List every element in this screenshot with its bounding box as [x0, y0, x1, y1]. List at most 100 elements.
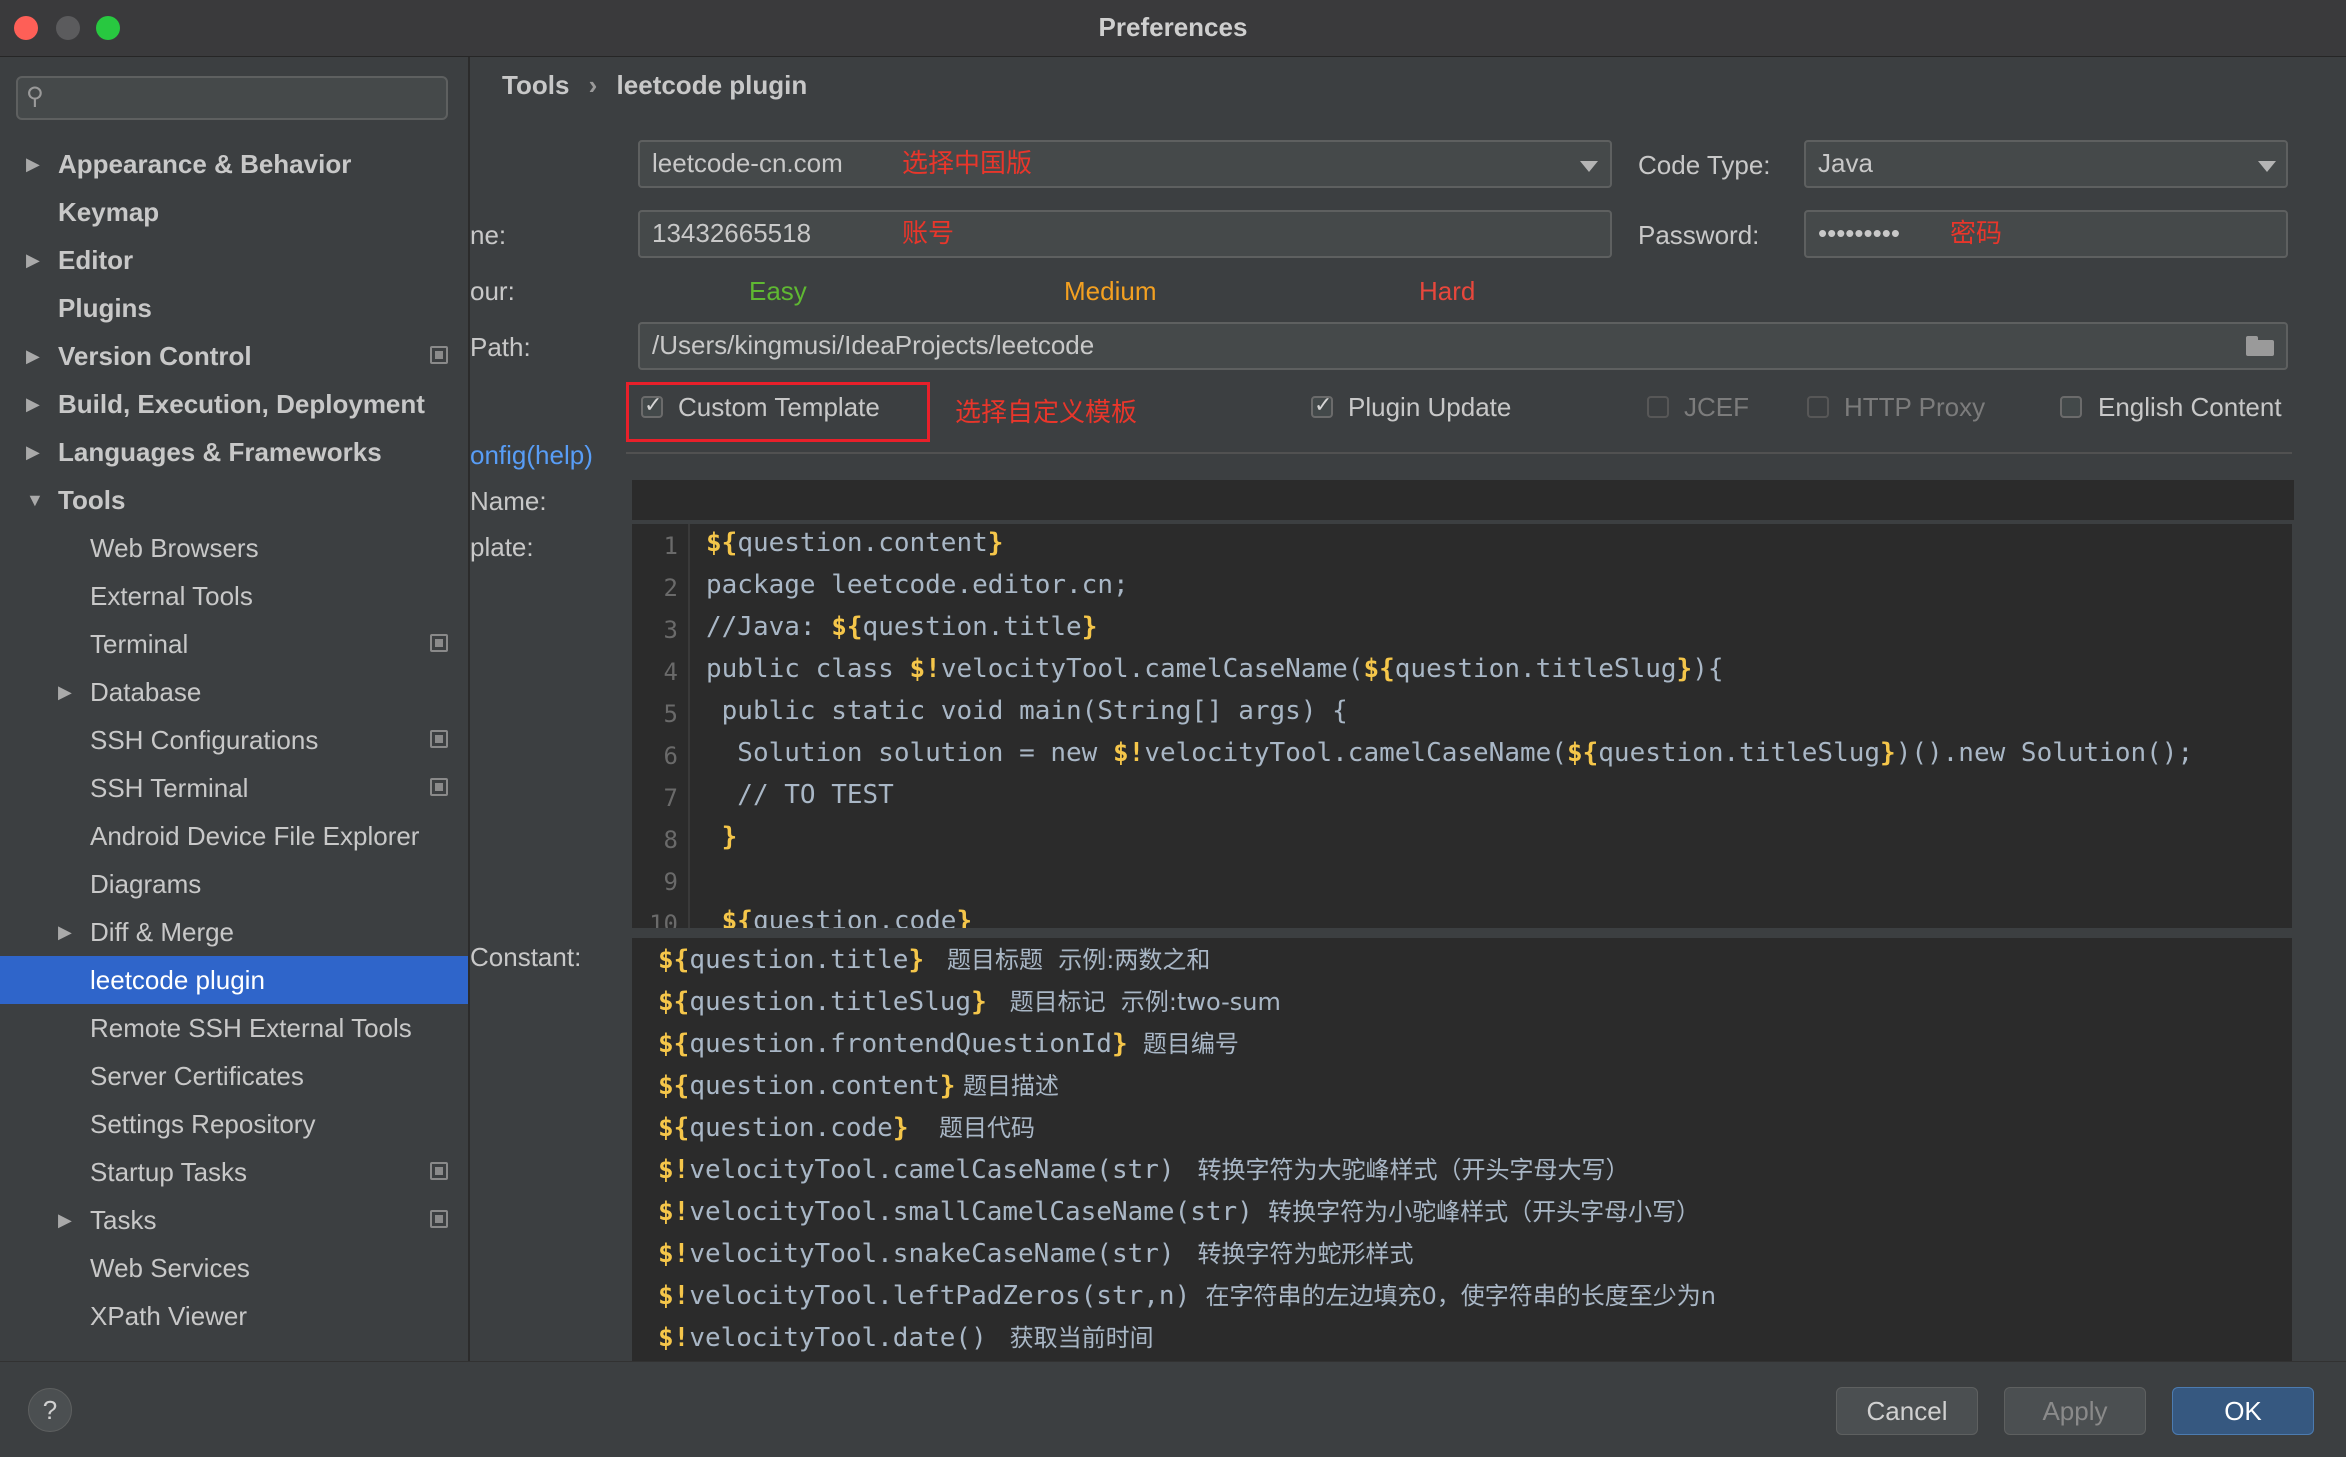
apply-button[interactable]: Apply	[2004, 1387, 2146, 1435]
ok-button[interactable]: OK	[2172, 1387, 2314, 1435]
sidebar-item-appearance[interactable]: ▶ Appearance & Behavior	[0, 140, 468, 188]
expand-arrow-icon[interactable]: ▶	[58, 1196, 72, 1244]
expand-arrow-icon[interactable]: ▶	[26, 380, 40, 428]
project-settings-icon	[430, 1210, 448, 1228]
sidebar-item-ssh-configurations[interactable]: SSH Configurations	[0, 716, 468, 764]
http-proxy-checkbox[interactable]	[1807, 396, 1829, 418]
sidebar-item-label: Appearance & Behavior	[58, 149, 352, 179]
template-code-line: //Java: ${question.title}	[706, 612, 1098, 642]
sidebar-item-label: Server Certificates	[90, 1061, 304, 1091]
sidebar-item-label: Web Services	[90, 1253, 250, 1283]
jcef-label: JCEF	[1684, 392, 1749, 422]
sidebar-item-plugins[interactable]: Plugins	[0, 284, 468, 332]
level-colour-label: our:	[470, 276, 515, 306]
sidebar-item-label: Diagrams	[90, 869, 202, 899]
line-number: 7	[663, 784, 678, 812]
sidebar-item-xpath-viewer[interactable]: XPath Viewer	[0, 1292, 468, 1340]
url-value: leetcode-cn.com	[652, 148, 843, 178]
sidebar-item-leetcode-plugin[interactable]: leetcode plugin	[0, 956, 468, 1004]
sidebar-item-label: leetcode plugin	[90, 965, 265, 995]
template-constant-row: ${question.title} 题目标题 示例:两数之和	[658, 945, 1211, 975]
template-code-line: }	[721, 822, 738, 852]
line-number: 5	[663, 700, 678, 728]
sidebar-item-diagrams[interactable]: Diagrams	[0, 860, 468, 908]
config-help-link[interactable]: onfig(help)	[470, 440, 593, 471]
cancel-button[interactable]: Cancel	[1836, 1387, 1978, 1435]
template-constant-list: ${question.title} 题目标题 示例:两数之和 ${question…	[632, 938, 2292, 1361]
sidebar-item-label: Settings Repository	[90, 1109, 316, 1139]
url-annotation: 选择中国版	[902, 148, 1033, 178]
sidebar-item-label: Languages & Frameworks	[58, 437, 382, 467]
template-code-line: ${question.content}	[706, 528, 1004, 558]
breadcrumb-parent[interactable]: Tools	[502, 70, 569, 100]
plugin-update-label[interactable]: Plugin Update	[1348, 392, 1511, 423]
url-select[interactable]: leetcode-cn.com 选择中国版	[638, 140, 1612, 188]
code-type-select[interactable]: Java	[1804, 140, 2288, 188]
jcef-checkbox[interactable]	[1647, 396, 1669, 418]
password-field[interactable]: ••••••••• 密码	[1804, 210, 2288, 258]
medium-colour-swatch[interactable]: Medium	[1064, 276, 1156, 307]
expand-arrow-icon[interactable]: ▶	[26, 140, 40, 188]
sidebar-item-external-tools[interactable]: External Tools	[0, 572, 468, 620]
sidebar-item-label: Database	[90, 677, 202, 707]
sidebar-item-remote-ssh-tools[interactable]: Remote SSH External Tools	[0, 1004, 468, 1052]
sidebar-item-languages[interactable]: ▶ Languages & Frameworks	[0, 428, 468, 476]
template-constant-row: $!velocityTool.leftPadZeros(str,n) 在字符串的…	[658, 1281, 1716, 1311]
english-content-label[interactable]: English Content	[2098, 392, 2282, 423]
sidebar-item-server-certificates[interactable]: Server Certificates	[0, 1052, 468, 1100]
sidebar-item-label: Version Control	[58, 341, 252, 371]
dialog-button-bar	[0, 1361, 2346, 1457]
template-code-line: public static void main(String[] args) {	[706, 696, 1348, 726]
gutter-divider	[688, 524, 690, 928]
template-code-line: Solution solution = new $!velocityTool.c…	[706, 738, 2194, 768]
expand-arrow-icon[interactable]: ▶	[26, 428, 40, 476]
sidebar-item-diff-merge[interactable]: ▶ Diff & Merge	[0, 908, 468, 956]
folder-icon[interactable]	[2246, 336, 2274, 356]
project-settings-icon	[430, 1162, 448, 1180]
login-name-annotation: 账号	[902, 218, 955, 248]
collapse-arrow-icon[interactable]: ▼	[26, 476, 44, 524]
sidebar-item-editor[interactable]: ▶ Editor	[0, 236, 468, 284]
expand-arrow-icon[interactable]: ▶	[58, 908, 72, 956]
help-button[interactable]: ?	[28, 1388, 72, 1432]
sidebar-item-settings-repository[interactable]: Settings Repository	[0, 1100, 468, 1148]
sidebar-item-ssh-terminal[interactable]: SSH Terminal	[0, 764, 468, 812]
hard-colour-swatch[interactable]: Hard	[1419, 276, 1475, 307]
custom-template-label[interactable]: Custom Template	[678, 392, 880, 423]
expand-arrow-icon[interactable]: ▶	[58, 668, 72, 716]
sidebar-item-keymap[interactable]: Keymap	[0, 188, 468, 236]
plugin-update-checkbox[interactable]	[1311, 392, 1333, 418]
login-name-field[interactable]: 13432665518 账号	[638, 210, 1612, 258]
code-file-name-label: Name:	[470, 486, 547, 516]
search-input[interactable]: ⚲	[16, 76, 448, 120]
sidebar-item-web-browsers[interactable]: Web Browsers	[0, 524, 468, 572]
sidebar-item-tasks[interactable]: ▶ Tasks	[0, 1196, 468, 1244]
password-value: •••••••••	[1818, 218, 1900, 248]
window-title: Preferences	[1098, 12, 1248, 42]
expand-arrow-icon[interactable]: ▶	[26, 236, 40, 284]
custom-template-checkbox[interactable]	[641, 392, 663, 418]
code-file-name-field[interactable]: $!velocityTool.camelCaseName(${question.…	[632, 480, 2294, 520]
sidebar-item-android-explorer[interactable]: Android Device File Explorer	[0, 812, 468, 860]
sidebar-item-web-services[interactable]: Web Services	[0, 1244, 468, 1292]
sidebar-item-label: Editor	[58, 245, 134, 275]
sidebar-item-database[interactable]: ▶ Database	[0, 668, 468, 716]
template-code-line: ${question.code}	[721, 906, 973, 928]
line-number: 8	[663, 826, 678, 854]
english-content-checkbox[interactable]	[2060, 396, 2082, 418]
sidebar-item-label: XPath Viewer	[90, 1301, 248, 1331]
easy-colour-swatch[interactable]: Easy	[749, 276, 807, 307]
code-template-editor[interactable]: 1 ${question.content} 2 package leetcode.ed…	[632, 524, 2292, 928]
sidebar-item-tools[interactable]: ▼ Tools	[0, 476, 468, 524]
project-settings-icon	[430, 778, 448, 796]
project-settings-icon	[430, 346, 448, 364]
sidebar-item-build[interactable]: ▶ Build, Execution, Deployment	[0, 380, 468, 428]
sidebar-item-label: External Tools	[90, 581, 253, 611]
temp-path-field[interactable]: /Users/kingmusi/IdeaProjects/leetcode	[638, 322, 2288, 370]
sidebar-item-version-control[interactable]: ▶ Version Control	[0, 332, 468, 380]
sidebar-item-terminal[interactable]: Terminal	[0, 620, 468, 668]
sidebar-item-startup-tasks[interactable]: Startup Tasks	[0, 1148, 468, 1196]
sidebar-item-label: Keymap	[58, 197, 160, 227]
line-number: 9	[663, 868, 678, 896]
expand-arrow-icon[interactable]: ▶	[26, 332, 40, 380]
